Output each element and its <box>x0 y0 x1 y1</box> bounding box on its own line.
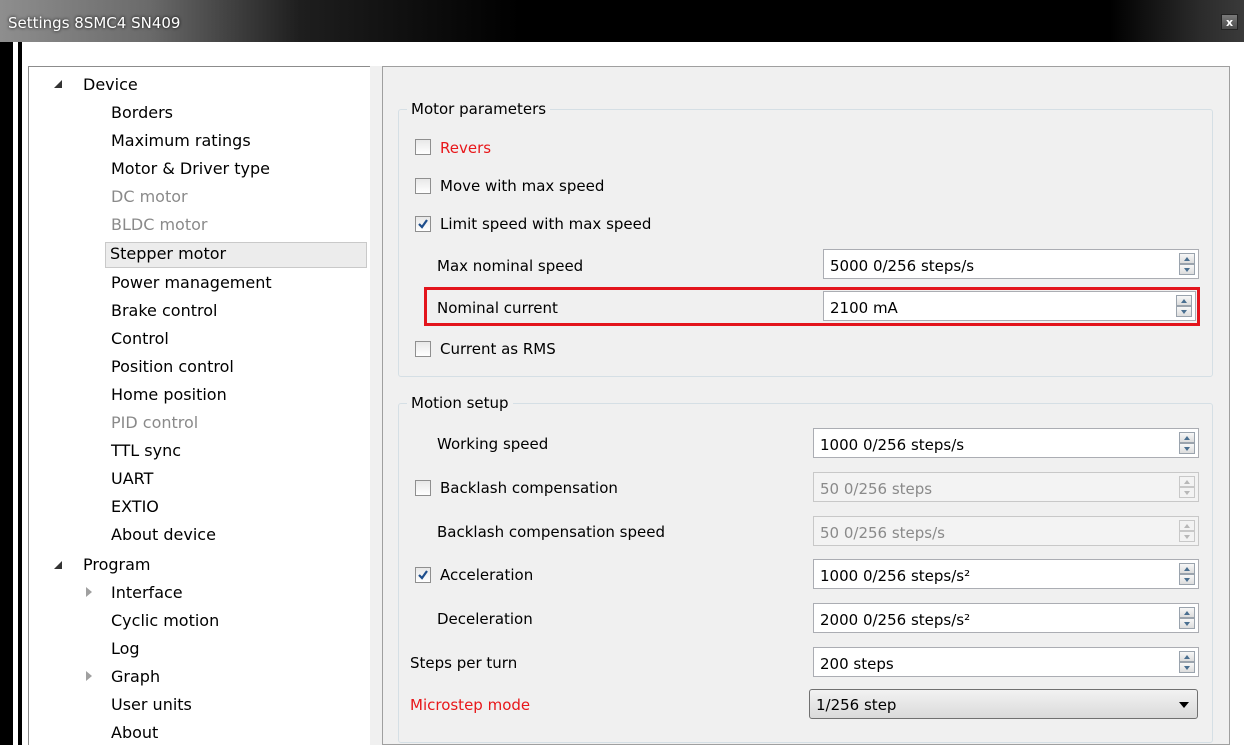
expand-device-icon[interactable] <box>54 80 62 88</box>
max-nominal-speed-label: Max nominal speed <box>437 257 584 275</box>
backlash-speed-spinner[interactable] <box>1179 520 1195 542</box>
tree-item-cyclic-motion[interactable]: Cyclic motion <box>111 609 219 633</box>
tree-item-power-management[interactable]: Power management <box>111 271 272 295</box>
tree-item-home-position[interactable]: Home position <box>111 383 227 407</box>
tree-item-motor-driver-type[interactable]: Motor & Driver type <box>111 157 270 181</box>
limit-speed-label: Limit speed with max speed <box>440 215 652 233</box>
backlash-speed-input[interactable]: 50 0/256 steps/s <box>813 516 1199 546</box>
tree-node-device[interactable]: Device <box>83 73 138 97</box>
nominal-current-label: Nominal current <box>437 299 558 317</box>
microstep-mode-select[interactable]: 1/256 step <box>809 689 1198 719</box>
tree-item-maximum-ratings[interactable]: Maximum ratings <box>111 129 251 153</box>
max-nominal-speed-spinner[interactable] <box>1179 253 1195 275</box>
settings-tree[interactable]: Device Borders Maximum ratings Motor & D… <box>28 66 370 745</box>
deceleration-spinner[interactable] <box>1179 607 1195 629</box>
tree-item-about[interactable]: About <box>111 721 158 745</box>
tree-item-bldc-motor[interactable]: BLDC motor <box>111 213 207 237</box>
tree-item-control[interactable]: Control <box>111 327 169 351</box>
tree-item-ttl-sync[interactable]: TTL sync <box>111 439 181 463</box>
deceleration-input[interactable]: 2000 0/256 steps/s² <box>813 603 1199 633</box>
revers-label: Revers <box>440 139 492 157</box>
tree-item-user-units[interactable]: User units <box>111 693 192 717</box>
tree-item-position-control[interactable]: Position control <box>111 355 234 379</box>
steps-per-turn-label: Steps per turn <box>410 654 518 672</box>
tree-item-extio[interactable]: EXTIO <box>111 495 159 519</box>
tree-node-program[interactable]: Program <box>83 553 151 577</box>
current-rms-label: Current as RMS <box>440 340 556 358</box>
tree-item-about-device[interactable]: About device <box>111 523 216 547</box>
tree-item-pid-control[interactable]: PID control <box>111 411 198 435</box>
nominal-current-input[interactable]: 2100 mA <box>823 291 1196 321</box>
backlash-label: Backlash compensation <box>440 479 618 497</box>
window-title-bar: Settings 8SMC4 SN409 x <box>0 0 1244 42</box>
motor-parameters-group: Motor parameters <box>398 100 1213 377</box>
limit-speed-checkbox[interactable] <box>415 216 431 232</box>
settings-panel: Motor parameters Revers Move with max sp… <box>382 66 1230 745</box>
steps-per-turn-spinner[interactable] <box>1179 651 1195 673</box>
working-speed-input[interactable]: 1000 0/256 steps/s <box>813 428 1199 458</box>
window-title: Settings 8SMC4 SN409 <box>8 14 181 32</box>
working-speed-spinner[interactable] <box>1179 432 1195 454</box>
tree-item-dc-motor[interactable]: DC motor <box>111 185 188 209</box>
steps-per-turn-input[interactable]: 200 steps <box>813 647 1199 677</box>
close-button[interactable]: x <box>1221 14 1238 30</box>
expand-program-icon[interactable] <box>54 561 62 569</box>
nominal-current-spinner[interactable] <box>1176 295 1192 317</box>
tree-item-borders[interactable]: Borders <box>111 101 173 125</box>
chevron-down-icon[interactable] <box>1179 702 1189 708</box>
acceleration-input[interactable]: 1000 0/256 steps/s² <box>813 559 1199 589</box>
move-max-speed-checkbox[interactable] <box>415 178 431 194</box>
panel-splitter[interactable] <box>370 66 382 745</box>
tree-item-graph[interactable]: Graph <box>111 665 160 689</box>
acceleration-checkbox[interactable] <box>415 567 431 583</box>
microstep-mode-label: Microstep mode <box>410 696 531 714</box>
acceleration-label: Acceleration <box>440 566 534 584</box>
tree-item-uart[interactable]: UART <box>111 467 153 491</box>
window-frame <box>0 42 22 745</box>
backlash-input[interactable]: 50 0/256 steps <box>813 472 1199 502</box>
backlash-checkbox[interactable] <box>415 480 431 496</box>
current-rms-checkbox[interactable] <box>415 341 431 357</box>
tree-item-log[interactable]: Log <box>111 637 140 661</box>
backlash-spinner[interactable] <box>1179 476 1195 498</box>
working-speed-label: Working speed <box>437 435 549 453</box>
tree-item-brake-control[interactable]: Brake control <box>111 299 217 323</box>
acceleration-spinner[interactable] <box>1179 563 1195 585</box>
backlash-speed-label: Backlash compensation speed <box>437 523 665 541</box>
max-nominal-speed-input[interactable]: 5000 0/256 steps/s <box>823 249 1199 279</box>
deceleration-label: Deceleration <box>437 610 533 628</box>
motor-parameters-title: Motor parameters <box>407 100 551 118</box>
motion-setup-title: Motion setup <box>407 394 513 412</box>
expand-graph-icon[interactable] <box>86 671 92 681</box>
move-max-speed-label: Move with max speed <box>440 177 605 195</box>
tree-item-stepper-motor[interactable]: Stepper motor <box>105 242 367 268</box>
tree-item-interface[interactable]: Interface <box>111 581 183 605</box>
expand-interface-icon[interactable] <box>86 587 92 597</box>
revers-checkbox[interactable] <box>415 139 431 155</box>
